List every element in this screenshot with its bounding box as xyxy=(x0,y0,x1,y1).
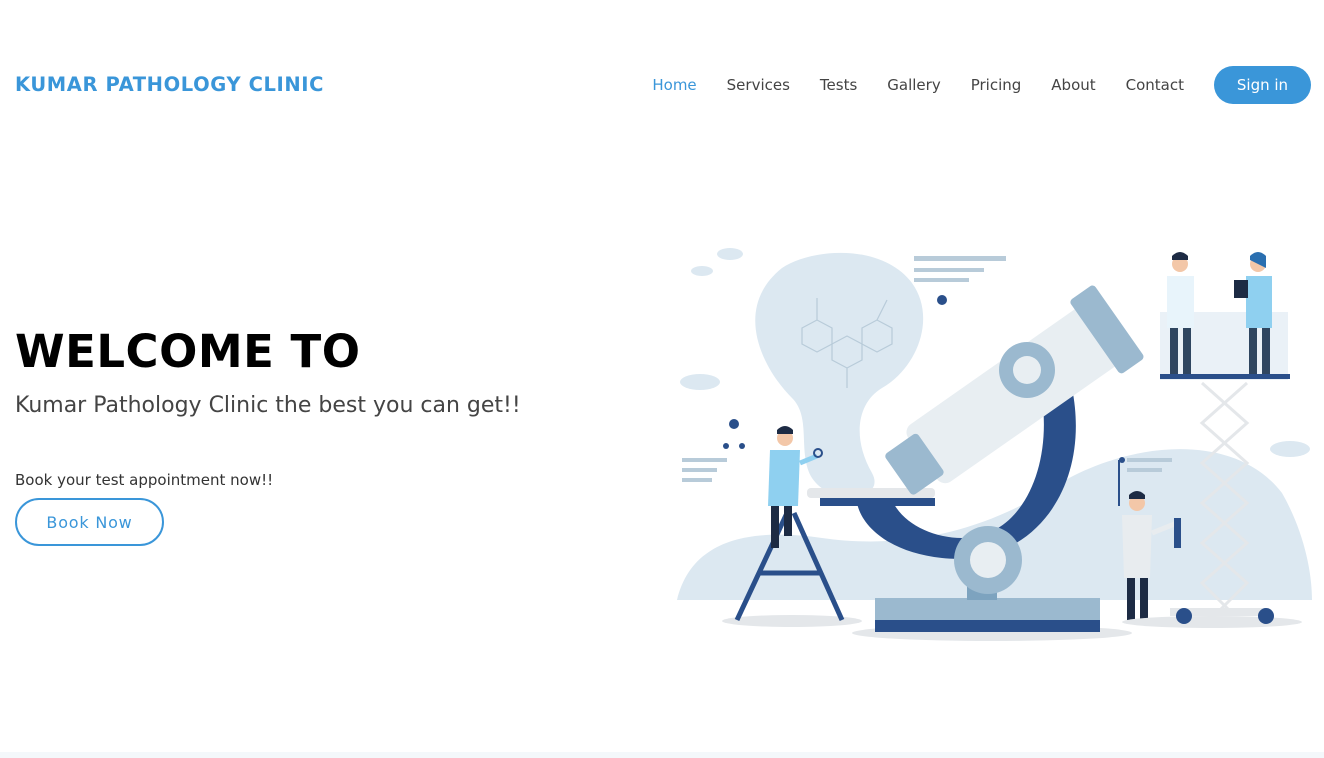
hero-title: WELCOME TO xyxy=(15,325,361,378)
hero-cta-text: Book your test appointment now!! xyxy=(15,471,274,489)
site-header: KUMAR PATHOLOGY CLINIC Home Services Tes… xyxy=(0,0,1324,170)
nav-item-gallery[interactable]: Gallery xyxy=(887,76,940,94)
nav-item-about[interactable]: About xyxy=(1051,76,1095,94)
footer-strip xyxy=(0,752,1324,758)
hero-subtitle: Kumar Pathology Clinic the best you can … xyxy=(15,393,521,418)
brand-logo[interactable]: KUMAR PATHOLOGY CLINIC xyxy=(15,73,324,96)
nav-item-tests[interactable]: Tests xyxy=(820,76,857,94)
signin-button[interactable]: Sign in xyxy=(1214,66,1311,104)
nav-item-pricing[interactable]: Pricing xyxy=(971,76,1022,94)
nav-item-services[interactable]: Services xyxy=(727,76,790,94)
nav-item-contact[interactable]: Contact xyxy=(1126,76,1184,94)
main-nav: Home Services Tests Gallery Pricing Abou… xyxy=(622,66,1311,104)
book-now-button[interactable]: Book Now xyxy=(15,498,164,546)
nav-item-home[interactable]: Home xyxy=(652,76,696,94)
laboratory-illustration xyxy=(677,248,1312,641)
